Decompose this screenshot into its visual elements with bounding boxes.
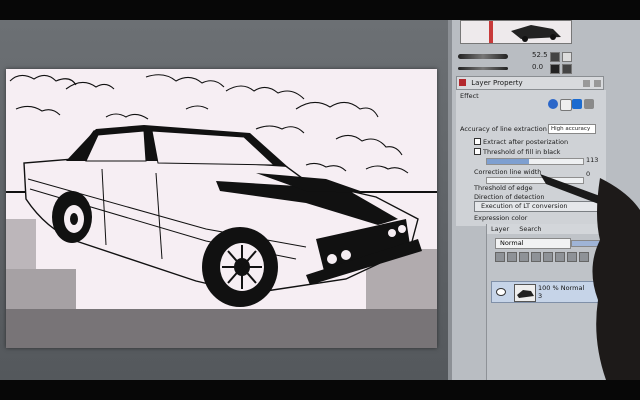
extract-after-posterization-checkbox[interactable]: Extract after posterization bbox=[474, 138, 568, 146]
layer-mode-text: Normal bbox=[560, 284, 585, 292]
accuracy-select[interactable]: High accuracy bbox=[548, 124, 596, 134]
blend-mode-select[interactable]: Normal bbox=[495, 238, 571, 249]
panel-menu-icon[interactable] bbox=[582, 80, 590, 87]
tool-square-icon[interactable] bbox=[550, 52, 560, 62]
layer-panel: Layer Search Normal 100 % Normal 3 bbox=[486, 224, 640, 380]
tool-square-icon[interactable] bbox=[562, 52, 572, 62]
tab-layer[interactable]: Layer bbox=[491, 225, 509, 233]
layer-thumbnail bbox=[514, 284, 536, 302]
car-drawing bbox=[6, 69, 437, 348]
mask-icon[interactable] bbox=[555, 252, 565, 262]
layer-property-icon bbox=[459, 79, 466, 86]
brush-opacity-row[interactable]: 0.0 bbox=[458, 63, 578, 74]
check-icon bbox=[474, 138, 481, 145]
canvas-area bbox=[0, 20, 448, 380]
panel-close-icon[interactable] bbox=[594, 80, 601, 87]
threshold-fill-black-checkbox[interactable]: Threshold of fill in black bbox=[474, 148, 560, 156]
direction-of-detection-label: Direction of detection bbox=[474, 193, 545, 201]
layer-thumbnail-preview bbox=[515, 285, 535, 301]
layer-opacity-text: 100 % bbox=[538, 284, 559, 292]
brush-opacity-value: 0.0 bbox=[532, 63, 544, 71]
tab-search[interactable]: Search bbox=[519, 225, 541, 233]
tablet-screen: 52.5 0.0 Layer Property Effect Accuracy … bbox=[0, 20, 640, 380]
layer-info: 100 % Normal 3 bbox=[538, 284, 584, 300]
folder-icon[interactable] bbox=[507, 252, 517, 262]
lock-icon[interactable] bbox=[519, 252, 529, 262]
ruler-icon[interactable] bbox=[567, 252, 577, 262]
correction-line-width-slider[interactable] bbox=[486, 177, 584, 184]
accuracy-label: Accuracy of line extraction bbox=[460, 125, 547, 133]
effect-tone-icon[interactable] bbox=[572, 99, 582, 109]
threshold-fill-black-fill bbox=[487, 159, 530, 164]
artwork-car-lineart[interactable] bbox=[6, 69, 437, 348]
clip-icon[interactable] bbox=[531, 252, 541, 262]
top-letterbox bbox=[0, 0, 640, 20]
expression-color-label: Expression color bbox=[474, 214, 528, 222]
threshold-fill-black-label: Threshold of fill in black bbox=[483, 148, 561, 156]
new-layer-icon[interactable] bbox=[495, 252, 505, 262]
effect-gray-icon[interactable] bbox=[584, 99, 594, 109]
layer-property-title-bar[interactable]: Layer Property bbox=[456, 76, 604, 90]
layer-row[interactable]: 100 % Normal 3 bbox=[491, 281, 640, 303]
layer-property-title: Layer Property bbox=[471, 79, 523, 87]
correction-line-width-label: Correction line width bbox=[474, 168, 542, 176]
threshold-fill-black-value[interactable]: 113 bbox=[586, 156, 598, 164]
layer-property-panel: Effect Accuracy of line extraction High … bbox=[456, 90, 606, 226]
tool-square-icon[interactable] bbox=[562, 64, 572, 74]
effect-label: Effect bbox=[460, 92, 479, 100]
brush-size-row[interactable]: 52.5 bbox=[458, 51, 578, 62]
delete-layer-icon[interactable] bbox=[579, 252, 589, 262]
tool-square-icon[interactable] bbox=[550, 64, 560, 74]
layer-opacity-fill bbox=[572, 241, 632, 246]
effect-white-icon[interactable] bbox=[560, 99, 572, 111]
check-icon bbox=[474, 148, 481, 155]
navigator-car-preview bbox=[461, 21, 571, 43]
layer-opacity-slider[interactable] bbox=[571, 240, 633, 247]
brush-stroke-preview bbox=[458, 54, 508, 59]
reference-icon[interactable] bbox=[543, 252, 553, 262]
right-side-panel: 52.5 0.0 Layer Property Effect Accuracy … bbox=[448, 20, 640, 380]
bottom-letterbox bbox=[0, 380, 640, 400]
brush-size-value: 52.5 bbox=[532, 51, 548, 59]
effect-blue-circle-icon[interactable] bbox=[548, 99, 558, 109]
extract-after-posterization-label: Extract after posterization bbox=[483, 138, 569, 146]
threshold-fill-black-slider[interactable] bbox=[486, 158, 584, 165]
layer-number: 3 bbox=[538, 292, 543, 300]
threshold-of-edge-label: Threshold of edge bbox=[474, 184, 533, 192]
eye-icon[interactable] bbox=[496, 288, 506, 296]
correction-line-width-value[interactable]: 0 bbox=[586, 170, 590, 178]
brush-stroke-preview-thin bbox=[458, 67, 508, 70]
layer-panel-tabs: Layer Search bbox=[487, 224, 640, 234]
execution-lt-conversion-button[interactable]: Execution of LT conversion bbox=[474, 201, 606, 212]
navigator-thumbnail[interactable] bbox=[460, 20, 572, 44]
